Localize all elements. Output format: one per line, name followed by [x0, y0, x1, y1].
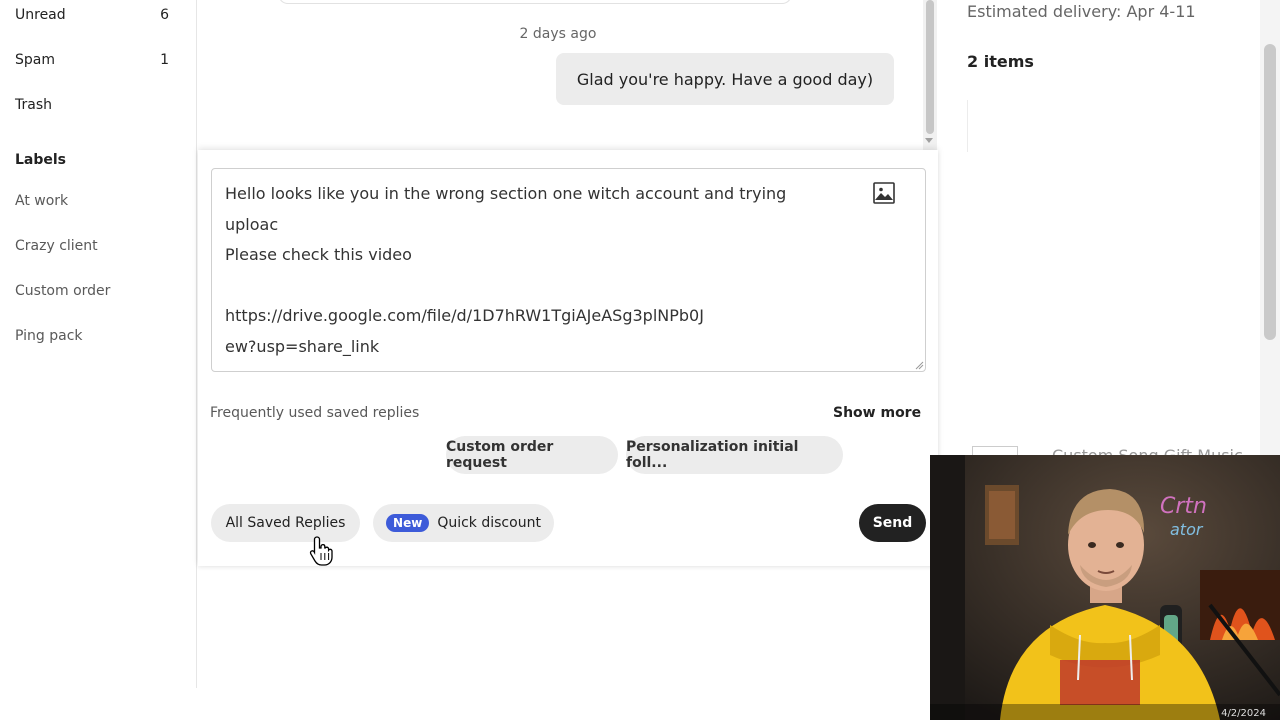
label-custom-order[interactable]: Custom order — [15, 283, 110, 299]
unread-count: 6 — [160, 7, 169, 23]
order-panel-scrollbar-thumb[interactable] — [1264, 44, 1276, 340]
webcam-presenter-image: Crtn ator — [930, 455, 1280, 720]
taskbar-date: 4/2/2024 — [1221, 708, 1266, 719]
reply-textarea[interactable]: Hello looks like you in the wrong sectio… — [211, 168, 926, 372]
saved-reply-custom-order[interactable]: Custom order request — [446, 436, 618, 474]
sidebar-item-label: Unread — [15, 7, 66, 23]
label-ping-pack[interactable]: Ping pack — [15, 328, 83, 344]
taskbar-strip: 4/2/2024 — [930, 704, 1280, 720]
spam-count: 1 — [160, 52, 169, 68]
show-more-button[interactable]: Show more — [833, 405, 921, 421]
svg-text:ator: ator — [1170, 520, 1204, 539]
message-bubble: Glad you're happy. Have a good day) — [556, 53, 894, 105]
sidebar-item-trash[interactable]: Trash — [15, 93, 175, 117]
hand-cursor-icon — [309, 536, 333, 566]
message-text: Glad you're happy. Have a good day) — [576, 69, 874, 89]
svg-text:Crtn: Crtn — [1160, 494, 1207, 519]
sidebar: Unread 6 Spam 1 Trash Labels At work Cra… — [0, 0, 197, 688]
resize-handle-icon[interactable] — [914, 360, 924, 370]
labels-heading: Labels — [15, 152, 67, 168]
conversation-scrollbar-thumb[interactable] — [926, 0, 934, 134]
send-button[interactable]: Send — [859, 504, 926, 542]
item-divider — [967, 100, 968, 152]
reply-textarea-value[interactable]: Hello looks like you in the wrong sectio… — [225, 179, 845, 363]
previous-message-edge — [278, 0, 792, 4]
items-count: 2 items — [967, 52, 1034, 71]
new-badge: New — [386, 514, 430, 532]
reply-panel: Hello looks like you in the wrong sectio… — [198, 150, 938, 566]
scroll-down-arrow-icon[interactable] — [925, 138, 933, 143]
conversation-pane: 2 days ago Glad you're happy. Have a goo… — [198, 0, 938, 720]
sidebar-item-label: Spam — [15, 52, 55, 68]
quick-discount-button[interactable]: New Quick discount — [373, 504, 554, 542]
frequent-replies-label: Frequently used saved replies — [210, 405, 420, 421]
webcam-overlay: Crtn ator 4/2/2024 — [930, 455, 1280, 720]
image-icon[interactable] — [872, 181, 896, 205]
saved-reply-personalization[interactable]: Personalization initial foll... — [626, 436, 843, 474]
message-timestamp: 2 days ago — [519, 26, 597, 42]
label-at-work[interactable]: At work — [15, 193, 68, 209]
label-crazy-client[interactable]: Crazy client — [15, 238, 98, 254]
sidebar-item-unread[interactable]: Unread 6 — [15, 3, 175, 27]
all-saved-replies-button[interactable]: All Saved Replies — [211, 504, 360, 542]
sidebar-item-spam[interactable]: Spam 1 — [15, 48, 175, 72]
sidebar-item-label: Trash — [15, 97, 52, 113]
quick-discount-label: Quick discount — [437, 515, 541, 531]
estimated-delivery: Estimated delivery: Apr 4-11 — [967, 2, 1196, 21]
